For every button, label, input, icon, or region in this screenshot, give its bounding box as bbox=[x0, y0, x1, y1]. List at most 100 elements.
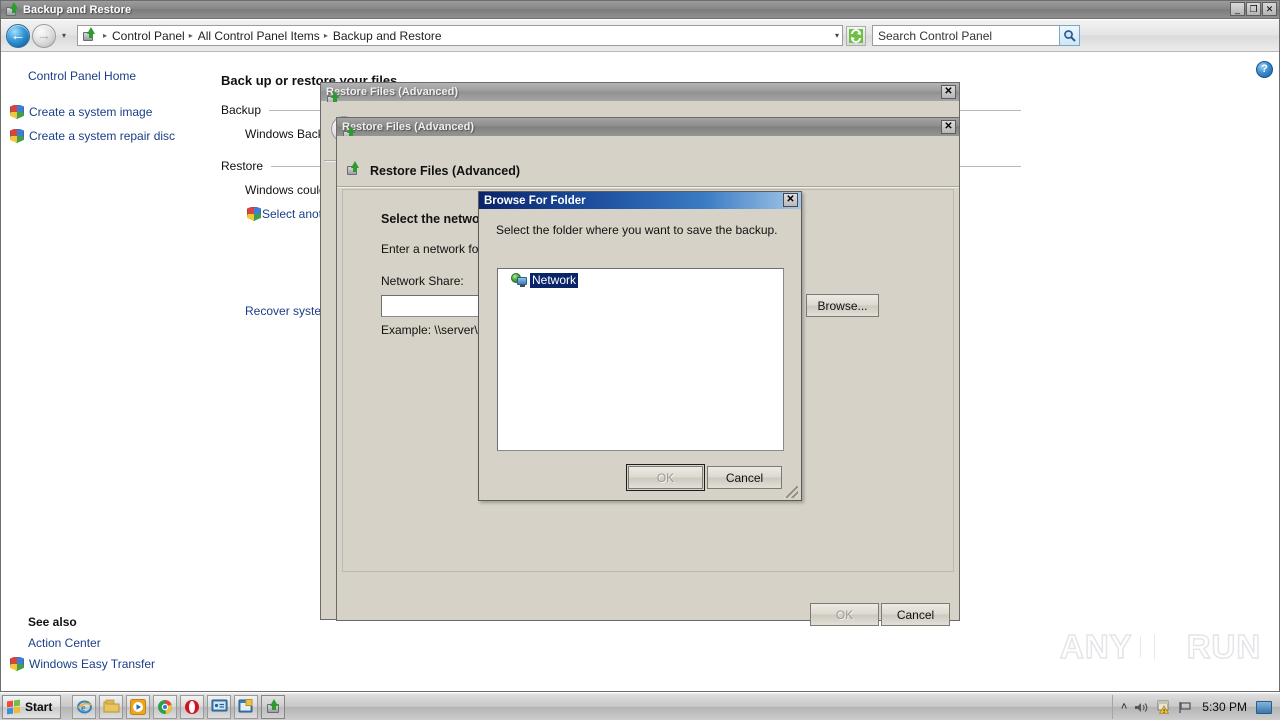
maximize-button[interactable]: ❐ bbox=[1246, 2, 1261, 16]
network-question-label: Select the networ bbox=[381, 212, 485, 226]
folder-tree[interactable]: Network bbox=[497, 268, 784, 451]
taskbar-internet-explorer[interactable]: e bbox=[72, 694, 97, 719]
clock[interactable]: 5:30 PM bbox=[1202, 700, 1247, 714]
svg-text:e: e bbox=[81, 703, 86, 714]
browse-for-folder-dialog: Browse For Folder ✕ Select the folder wh… bbox=[478, 191, 802, 501]
show-desktop-button[interactable] bbox=[1256, 700, 1272, 714]
network-icon bbox=[511, 273, 527, 288]
search-input[interactable]: Search Control Panel bbox=[878, 29, 992, 43]
flag-warning-icon[interactable] bbox=[1156, 700, 1171, 714]
start-button[interactable]: Start bbox=[2, 694, 62, 719]
taskbar-task-window[interactable] bbox=[234, 694, 259, 719]
dialog-header: Restore Files (Advanced) bbox=[346, 161, 521, 179]
taskbar-chrome[interactable] bbox=[153, 694, 178, 719]
backup-restore-icon bbox=[265, 699, 281, 714]
window-titlebar[interactable]: Backup and Restore _ ❐ ✕ bbox=[1, 1, 1279, 19]
task-window-icon bbox=[238, 699, 253, 713]
forward-button[interactable]: → bbox=[32, 23, 56, 48]
windows-explorer-icon bbox=[103, 699, 120, 713]
backup-section-label: Backup bbox=[221, 103, 262, 117]
opera-icon bbox=[185, 699, 200, 714]
breadcrumb-separator-0: ▸ bbox=[103, 31, 108, 40]
refresh-icon bbox=[849, 28, 863, 43]
address-dropdown-icon[interactable]: ▾ bbox=[835, 26, 839, 45]
shield-icon bbox=[10, 105, 24, 119]
dialog-cancel-button[interactable]: Cancel bbox=[881, 603, 950, 626]
sidebar-item-windows-easy-transfer[interactable]: Windows Easy Transfer bbox=[10, 657, 155, 671]
network-share-example: Example: \\server\s bbox=[381, 323, 484, 337]
search-button[interactable] bbox=[1059, 25, 1080, 46]
dialog-ok-button[interactable]: OK bbox=[810, 603, 879, 626]
select-another-backup-link[interactable]: Select anoth bbox=[247, 207, 329, 221]
window-controls: _ ❐ ✕ bbox=[1230, 2, 1277, 16]
dialog-titlebar[interactable]: Restore Files (Advanced) ✕ bbox=[337, 118, 959, 140]
media-player-icon bbox=[130, 698, 147, 715]
browse-prompt-text: Select the folder where you want to save… bbox=[496, 223, 778, 237]
browse-ok-button[interactable]: OK bbox=[626, 464, 705, 491]
dialog-titlebar[interactable]: Restore Files (Advanced) ✕ bbox=[321, 83, 959, 105]
close-icon[interactable]: ✕ bbox=[941, 120, 956, 134]
dialog-title: Restore Files (Advanced) bbox=[342, 121, 475, 133]
system-tray: ˄ 5:30 PM bbox=[1111, 695, 1278, 719]
breadcrumb-separator-1: ▸ bbox=[188, 31, 193, 40]
breadcrumb-control-panel[interactable]: Control Panel bbox=[111, 29, 186, 43]
sidebar-link-label: Create a system image bbox=[29, 105, 153, 119]
sidebar-link-label: Windows Easy Transfer bbox=[29, 657, 156, 671]
restore-status-text: Windows could bbox=[245, 183, 326, 197]
windows-logo-icon bbox=[7, 699, 22, 714]
back-button[interactable]: ← bbox=[6, 23, 30, 48]
sidebar-item-control-panel-home[interactable]: Control Panel Home bbox=[28, 69, 136, 83]
backup-restore-icon bbox=[5, 1, 19, 17]
breadcrumb-backup-restore[interactable]: Backup and Restore bbox=[332, 29, 443, 43]
see-also-heading: See also bbox=[28, 615, 77, 629]
shield-icon bbox=[10, 129, 24, 143]
close-button[interactable]: ✕ bbox=[1262, 2, 1277, 16]
taskbar-windows-explorer[interactable] bbox=[99, 694, 124, 719]
browse-button[interactable]: Browse... bbox=[806, 294, 879, 317]
breadcrumb-all-items[interactable]: All Control Panel Items bbox=[197, 29, 321, 43]
breadcrumb-icon bbox=[82, 27, 97, 43]
tray-overflow-icon[interactable]: ˄ bbox=[1121, 701, 1127, 713]
tree-item-label: Network bbox=[530, 273, 579, 288]
browse-cancel-button[interactable]: Cancel bbox=[707, 466, 782, 489]
start-label: Start bbox=[25, 699, 53, 714]
network-instruction-text: Enter a network fol bbox=[381, 242, 482, 256]
minimize-button[interactable]: _ bbox=[1230, 2, 1245, 16]
shield-icon bbox=[10, 657, 24, 671]
taskbar: Start e ˄ 5:30 PM bbox=[0, 692, 1280, 720]
dialog-title: Restore Files (Advanced) bbox=[326, 86, 459, 98]
dialog-header-text: Restore Files (Advanced) bbox=[370, 163, 521, 178]
taskbar-backup-restore[interactable] bbox=[261, 694, 286, 719]
divider bbox=[337, 186, 959, 188]
sidebar-item-create-repair-disc[interactable]: Create a system repair disc bbox=[10, 129, 175, 143]
speaker-icon[interactable] bbox=[1134, 701, 1149, 714]
taskbar-media-player[interactable] bbox=[126, 694, 151, 719]
browse-dialog-titlebar[interactable]: Browse For Folder ✕ bbox=[479, 192, 801, 209]
shield-icon bbox=[247, 207, 261, 221]
window-title: Backup and Restore bbox=[23, 3, 132, 16]
address-bar[interactable]: ▸ Control Panel ▸ All Control Panel Item… bbox=[77, 25, 843, 46]
remote-desktop-icon bbox=[211, 699, 228, 712]
taskbar-opera[interactable] bbox=[180, 694, 205, 719]
search-box[interactable]: Search Control Panel bbox=[872, 25, 1080, 46]
network-share-label: Network Share: bbox=[381, 274, 464, 288]
navigation-bar: ← → ▾ ▸ Control Panel ▸ All Control Pane… bbox=[1, 20, 1279, 52]
resize-grip[interactable] bbox=[786, 486, 798, 498]
close-icon[interactable]: ✕ bbox=[941, 85, 956, 99]
sidebar-item-action-center[interactable]: Action Center bbox=[28, 636, 101, 650]
taskbar-remote-desktop[interactable] bbox=[207, 694, 232, 719]
internet-explorer-icon: e bbox=[76, 700, 92, 714]
restore-section-label: Restore bbox=[221, 159, 264, 173]
sidebar-item-create-system-image[interactable]: Create a system image bbox=[10, 105, 152, 119]
restore-files-icon bbox=[346, 161, 363, 179]
select-another-label: Select anoth bbox=[262, 207, 329, 221]
tree-item-network[interactable]: Network bbox=[511, 273, 579, 288]
browse-dialog-title: Browse For Folder bbox=[484, 194, 586, 207]
breadcrumb-separator-2: ▸ bbox=[323, 31, 328, 40]
close-icon[interactable]: ✕ bbox=[783, 193, 798, 207]
recover-system-link[interactable]: Recover systen bbox=[245, 304, 328, 318]
chrome-icon bbox=[158, 699, 173, 714]
refresh-button[interactable] bbox=[846, 25, 866, 46]
network-flag-icon[interactable] bbox=[1178, 701, 1193, 714]
history-dropdown-icon[interactable]: ▾ bbox=[57, 31, 71, 40]
